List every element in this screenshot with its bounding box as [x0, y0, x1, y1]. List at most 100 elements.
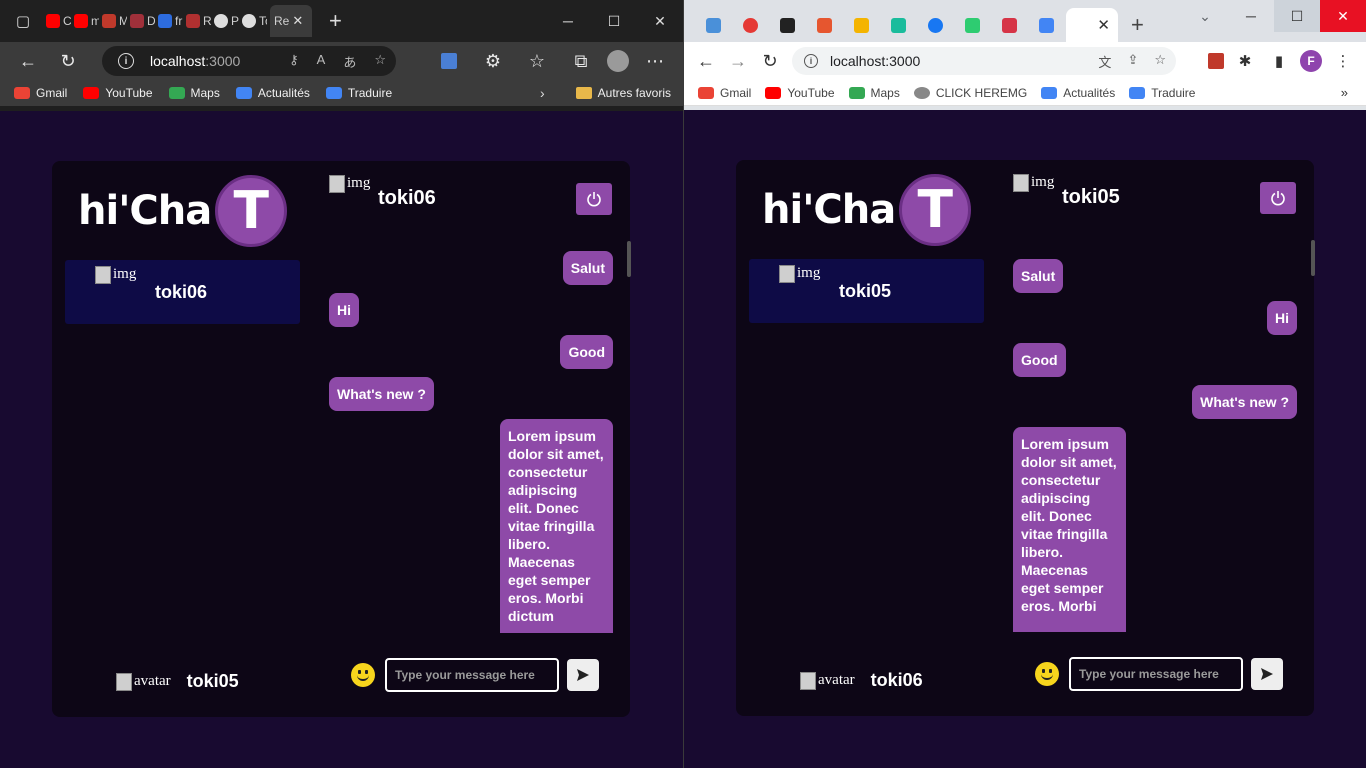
edge-tab[interactable]: m: [74, 6, 99, 36]
power-icon: [587, 192, 601, 207]
folder-icon: [575, 87, 592, 99]
emoji-icon[interactable]: [1035, 662, 1059, 686]
translate-extension-icon[interactable]: [431, 44, 467, 78]
share-icon[interactable]: ⇪: [1127, 52, 1138, 71]
send-button[interactable]: [567, 659, 599, 691]
maximize-icon[interactable]: ☐: [591, 13, 637, 30]
facebook-icon: [927, 17, 943, 33]
chrome-tab[interactable]: [992, 8, 1026, 42]
more-menu-icon[interactable]: ⋮: [1330, 44, 1356, 78]
site-info-icon[interactable]: i: [804, 54, 818, 68]
chrome-tab[interactable]: [807, 8, 841, 42]
chrome-tab[interactable]: [770, 8, 804, 42]
chrome-tab[interactable]: [918, 8, 952, 42]
favorite-add-icon[interactable]: ☆: [374, 52, 386, 71]
bookmark-translate[interactable]: Traduire: [325, 86, 392, 100]
emoji-icon[interactable]: [351, 663, 375, 687]
edge-tab[interactable]: D: [130, 6, 155, 36]
edge-tab[interactable]: M: [102, 6, 127, 36]
collections-icon[interactable]: ⧉: [563, 44, 599, 78]
profile-avatar[interactable]: F: [1300, 50, 1322, 72]
chevron-right-icon[interactable]: ›: [540, 85, 545, 101]
close-window-icon[interactable]: ✕: [637, 13, 683, 30]
contact-image: img: [95, 266, 136, 284]
extension-icon[interactable]: [1208, 53, 1224, 69]
youtube-icon: [765, 86, 782, 99]
other-favorites[interactable]: Autres favoris: [575, 86, 671, 100]
message-bubble-sent: Good: [560, 335, 613, 369]
message-list[interactable]: Salut Hi Good What's new ? Lorem ipsum d…: [329, 241, 631, 633]
read-aloud-icon[interactable]: A: [317, 52, 326, 71]
edge-tab-active[interactable]: Re ✕: [270, 5, 312, 37]
scrollbar[interactable]: [627, 241, 631, 277]
close-tab-icon[interactable]: ✕: [292, 13, 303, 29]
minimize-icon[interactable]: ─: [545, 13, 591, 29]
tab-search-icon[interactable]: ⌄: [1182, 0, 1228, 32]
logo-badge: T: [899, 174, 972, 246]
reload-icon[interactable]: ↻: [48, 44, 88, 78]
more-menu-icon[interactable]: ⋯: [637, 44, 673, 78]
send-button[interactable]: [1251, 658, 1283, 690]
profile-avatar[interactable]: [607, 50, 629, 72]
close-tab-icon[interactable]: ✕: [1097, 16, 1110, 34]
site-info-icon[interactable]: i: [118, 53, 134, 69]
puzzle-icon[interactable]: ✱: [1232, 44, 1258, 78]
logout-button[interactable]: [1260, 182, 1296, 214]
new-tab-button[interactable]: +: [1131, 8, 1144, 42]
back-arrow-icon[interactable]: ←: [690, 44, 722, 78]
chrome-tab[interactable]: [1029, 8, 1063, 42]
chrome-tab[interactable]: [696, 8, 730, 42]
bookmark-maps[interactable]: Maps: [168, 86, 220, 100]
bookmark-gmail[interactable]: Gmail: [698, 86, 751, 100]
key-icon[interactable]: ⚷: [289, 52, 299, 71]
chrome-tab[interactable]: [955, 8, 989, 42]
contact-item[interactable]: img toki06: [65, 260, 300, 324]
edge-tab[interactable]: Re: [186, 6, 211, 36]
notification-icon: [742, 17, 758, 33]
bookmark-news[interactable]: Actualités: [1041, 86, 1115, 100]
bookmark-news[interactable]: Actualités: [235, 86, 310, 100]
extensions-icon[interactable]: ⚙: [475, 44, 511, 78]
edge-tab[interactable]: fr: [158, 6, 183, 36]
reload-icon[interactable]: ↻: [754, 44, 786, 78]
bookmark-star-icon[interactable]: ☆: [1154, 52, 1166, 71]
edge-tab[interactable]: Pa: [214, 6, 239, 36]
chrome-tab[interactable]: [881, 8, 915, 42]
message-input[interactable]: [385, 658, 559, 692]
bookmark-youtube[interactable]: YouTube: [83, 86, 153, 100]
minimize-icon[interactable]: ─: [1228, 0, 1274, 32]
chrome-bookmarks-bar: Gmail YouTube Maps CLICK HEREMG Actualit…: [684, 80, 1366, 106]
message-list[interactable]: Salut Hi Good What's new ? Lorem ipsum d…: [1013, 240, 1315, 632]
contact-item[interactable]: img toki05: [749, 259, 984, 323]
double-chevron-right-icon[interactable]: »: [1341, 85, 1348, 100]
translate-icon[interactable]: あ: [343, 52, 356, 71]
chat-app: hi'Cha T img toki06 avatar toki05 img to…: [52, 161, 631, 717]
translate-icon[interactable]: 文: [1098, 52, 1111, 71]
scrollbar[interactable]: [1311, 240, 1315, 276]
address-bar[interactable]: i localhost:3000 文 ⇪ ☆: [792, 47, 1176, 75]
tab-actions-icon[interactable]: ▢: [0, 0, 46, 42]
edge-toolbar: ← ↻ i localhost:3000 ⚷ A あ ☆ ⚙ ☆ ⧉ ⋯: [0, 42, 683, 80]
message-input[interactable]: [1069, 657, 1243, 691]
new-tab-button[interactable]: +: [329, 8, 351, 34]
chrome-tab-active[interactable]: ✕: [1066, 8, 1118, 42]
bookmark-gmail[interactable]: Gmail: [14, 86, 67, 100]
bookmark-youtube[interactable]: YouTube: [765, 86, 835, 100]
window-controls: ⌄ ─ ☐ ✕: [1182, 0, 1366, 32]
chrome-tab[interactable]: [733, 8, 767, 42]
side-panel-icon[interactable]: ▮: [1266, 44, 1292, 78]
message-bubble-received: Salut: [1013, 259, 1064, 293]
edge-tab[interactable]: Cc: [46, 6, 71, 36]
bookmark-translate[interactable]: Traduire: [1129, 86, 1195, 100]
bookmark-click-here[interactable]: CLICK HEREMG: [913, 86, 1027, 100]
chrome-tab[interactable]: [844, 8, 878, 42]
forward-arrow-icon[interactable]: →: [722, 44, 754, 78]
favorites-icon[interactable]: ☆: [519, 44, 555, 78]
maximize-icon[interactable]: ☐: [1274, 0, 1320, 32]
back-arrow-icon[interactable]: ←: [8, 44, 48, 78]
logout-button[interactable]: [576, 183, 612, 215]
bookmark-maps[interactable]: Maps: [848, 86, 900, 100]
edge-tab[interactable]: To: [242, 6, 267, 36]
close-window-icon[interactable]: ✕: [1320, 0, 1366, 32]
address-bar[interactable]: i localhost:3000 ⚷ A あ ☆: [102, 46, 396, 76]
